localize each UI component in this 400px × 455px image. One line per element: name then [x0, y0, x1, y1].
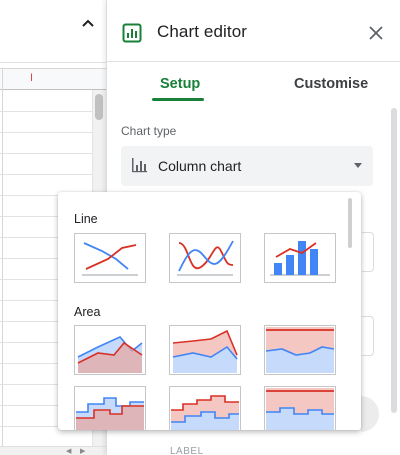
line-chart-icon [82, 242, 138, 276]
grid-row-line [0, 153, 92, 154]
chart-type-select[interactable]: Column chart [121, 146, 373, 186]
chevron-down-icon [354, 163, 362, 168]
dropdown-scrollbar-thumb[interactable] [348, 198, 352, 248]
stacked-stepped-area-chart-option[interactable] [169, 386, 241, 430]
grid-row-line [0, 174, 92, 175]
stacked-stepped-area-chart-icon [171, 395, 239, 430]
section-label: LABEL [170, 446, 204, 455]
sheet-horizontal-scrollbar[interactable] [0, 446, 106, 455]
100-percent-stacked-stepped-area-chart-option[interactable] [264, 386, 336, 430]
editor-title: Chart editor [157, 22, 248, 41]
scroll-right-icon[interactable]: ▶ [80, 447, 85, 455]
sheet-scrollbar-thumb[interactable] [95, 94, 103, 120]
column-header-marker: I [30, 72, 34, 84]
close-icon[interactable] [365, 22, 387, 44]
group-label-area: Area [74, 305, 101, 319]
column-header[interactable]: I [0, 68, 106, 90]
x-axis-field[interactable] [362, 316, 374, 356]
chart-type-value: Column chart [158, 158, 242, 174]
stacked-area-chart-icon [172, 329, 238, 373]
grid-row-line [0, 111, 92, 112]
stacked-area-chart-option[interactable] [169, 325, 241, 375]
editor-header: Chart editor [107, 0, 400, 62]
100-percent-stacked-area-chart-option[interactable] [264, 325, 336, 375]
chart-editor-icon [122, 23, 142, 43]
data-range-field[interactable] [362, 232, 374, 272]
column-separator [2, 68, 3, 455]
line-chart-option[interactable] [74, 233, 146, 283]
area-chart-icon [77, 336, 143, 373]
tab-customise[interactable]: Customise [294, 76, 368, 92]
100-percent-stacked-stepped-area-chart-icon [266, 388, 334, 430]
column-chart-icon [132, 158, 147, 173]
100-percent-stacked-area-chart-icon [266, 327, 334, 373]
editor-scrollbar-thumb[interactable] [391, 108, 397, 413]
tab-setup[interactable]: Setup [160, 76, 200, 92]
grid-row-line [0, 132, 92, 133]
chart-type-dropdown: Line Area [58, 192, 361, 430]
chart-type-label: Chart type [121, 124, 177, 138]
combo-chart-option[interactable] [264, 233, 336, 283]
collapse-menu-icon[interactable] [78, 14, 98, 34]
add-button[interactable] [361, 396, 379, 432]
smooth-line-chart-option[interactable] [169, 233, 241, 283]
smooth-line-chart-icon [177, 240, 234, 276]
combo-chart-icon [270, 241, 330, 276]
scroll-left-icon[interactable]: ◀ [66, 447, 71, 455]
stepped-area-chart-icon [76, 397, 144, 430]
stepped-area-chart-option[interactable] [74, 386, 146, 430]
group-label-line: Line [74, 212, 98, 226]
area-chart-option[interactable] [74, 325, 146, 375]
active-tab-indicator [152, 98, 204, 101]
